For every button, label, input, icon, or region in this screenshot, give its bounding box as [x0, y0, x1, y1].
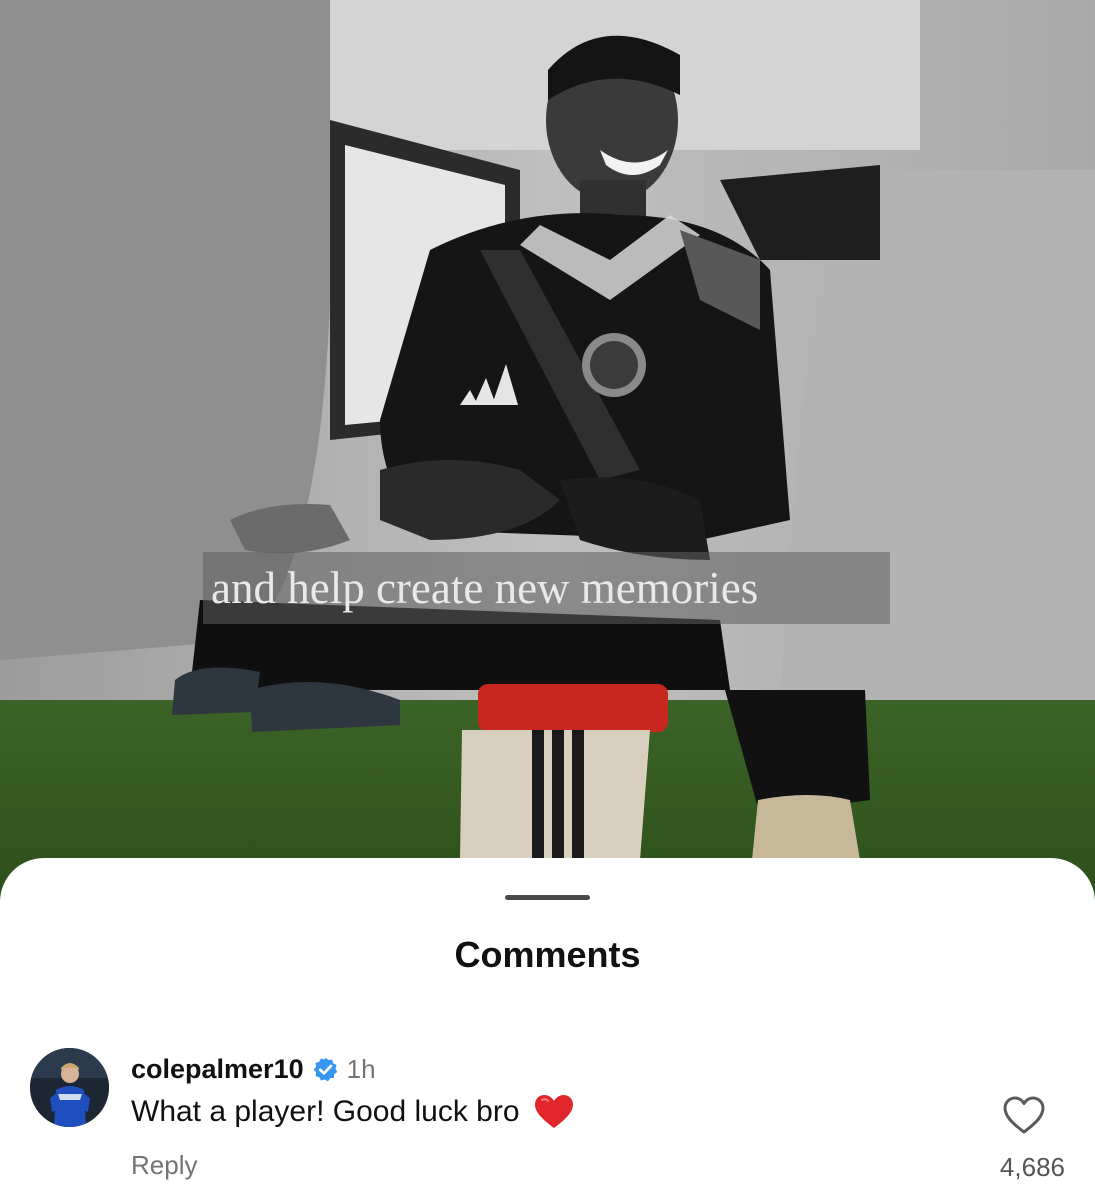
comment-header: colepalmer10 1h [131, 1052, 376, 1086]
heart-outline-icon [1003, 1096, 1045, 1134]
sheet-title: Comments [454, 934, 641, 975]
red-heart-emoji-icon [534, 1094, 574, 1130]
avatar-photo [30, 1048, 109, 1127]
comment-username[interactable]: colepalmer10 [131, 1054, 304, 1085]
comments-sheet: Comments colepalmer10 1h What a player! … [0, 858, 1095, 1200]
sheet-drag-handle[interactable] [505, 895, 590, 900]
comment-text: What a player! Good luck bro [131, 1095, 520, 1128]
avatar[interactable] [30, 1048, 109, 1127]
video-frame [0, 0, 1095, 900]
verified-badge-icon [312, 1056, 339, 1083]
comment-item: colepalmer10 1h What a player! Good luck… [30, 1048, 1070, 1188]
reply-button[interactable]: Reply [131, 1150, 197, 1181]
like-button[interactable] [995, 1091, 1053, 1139]
video-caption-overlay: and help create new memories [203, 552, 890, 624]
comment-timestamp: 1h [346, 1053, 376, 1084]
video-player[interactable]: and help create new memories [0, 0, 1095, 900]
screen: and help create new memories Comments co… [0, 0, 1095, 1200]
like-count: 4,686 [999, 1152, 1065, 1182]
comment-body: What a player! Good luck bro [131, 1094, 574, 1130]
